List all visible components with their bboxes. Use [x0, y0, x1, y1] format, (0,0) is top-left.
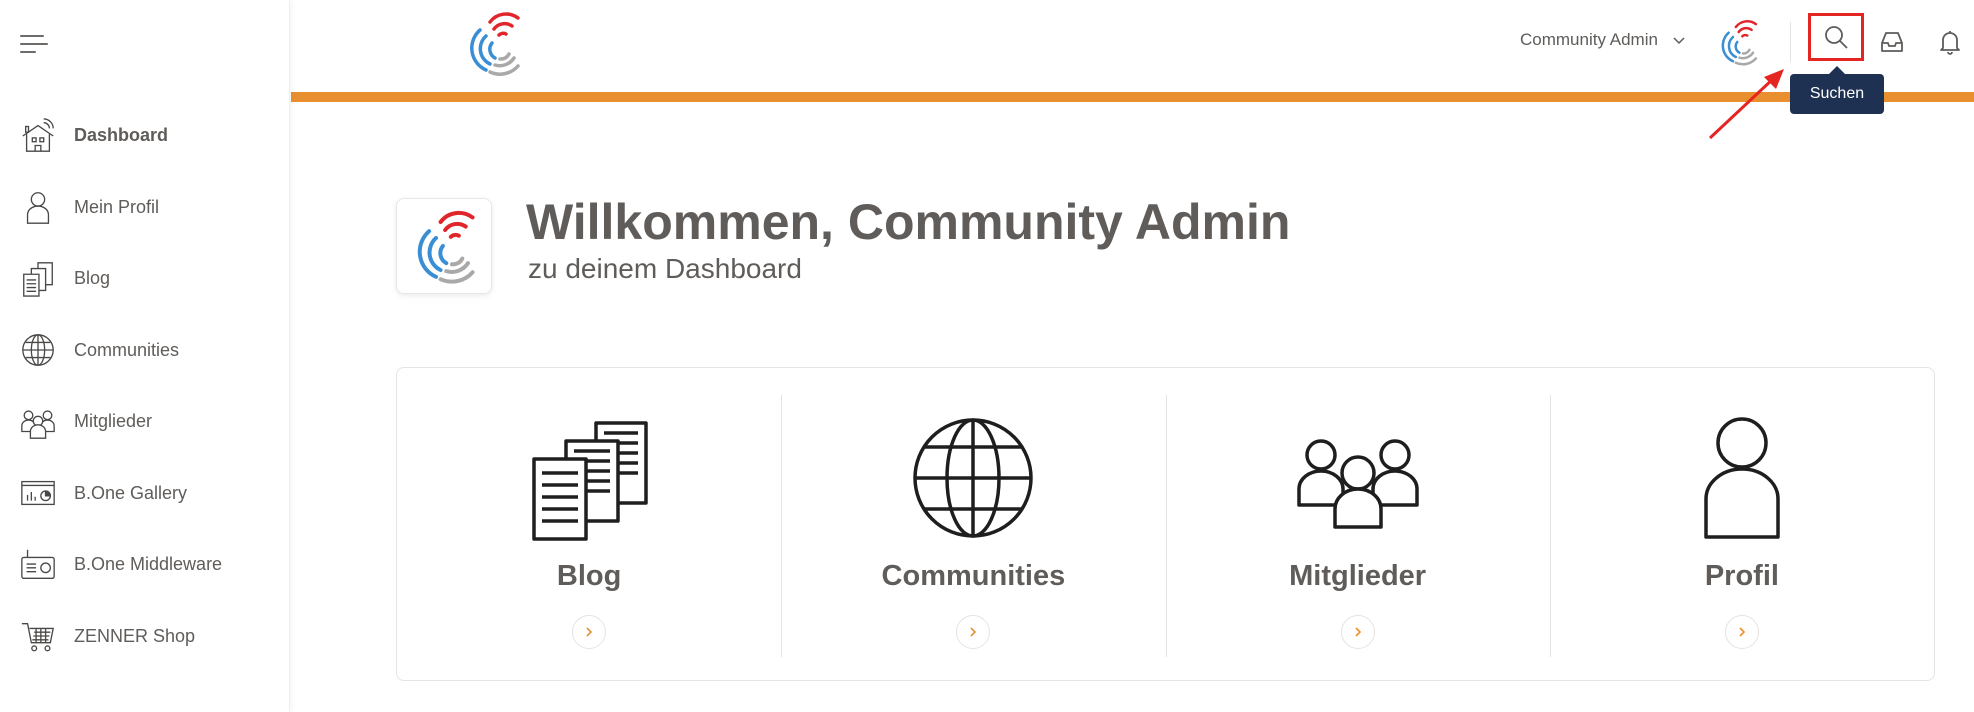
sidebar-item-label: Communities	[74, 339, 180, 360]
card-blog[interactable]: Blog	[397, 368, 781, 680]
card-arrow-button[interactable]	[572, 615, 607, 649]
radio-device-icon	[18, 545, 58, 585]
person-icon	[1677, 413, 1807, 543]
notifications-button[interactable]	[1928, 20, 1972, 64]
card-title: Communities	[881, 560, 1066, 592]
sidebar-item-communities[interactable]: Communities	[0, 315, 290, 387]
sidebar-nav: Dashboard Mein Profil Blog Communities M…	[0, 100, 290, 672]
sidebar-item-label: B.One Middleware	[74, 554, 223, 575]
chevron-right-icon	[1739, 627, 1746, 637]
card-arrow-button[interactable]	[1724, 615, 1759, 649]
sidebar: Dashboard Mein Profil Blog Communities M…	[0, 0, 290, 712]
sidebar-item-bone-gallery[interactable]: B.One Gallery	[0, 458, 290, 530]
inbox-button[interactable]	[1870, 20, 1914, 64]
user-name: Community Admin	[1520, 30, 1658, 49]
header-divider	[1790, 22, 1791, 62]
avatar[interactable]	[1714, 17, 1762, 67]
card-title: Blog	[556, 560, 622, 592]
sidebar-item-label: ZENNER Shop	[74, 625, 196, 646]
search-tooltip: Suchen	[1790, 66, 1884, 114]
inbox-icon	[1881, 32, 1903, 52]
documents-icon	[18, 259, 58, 299]
sidebar-item-mein-profil[interactable]: Mein Profil	[0, 172, 290, 244]
sidebar-item-label: Dashboard	[74, 125, 169, 146]
chevron-right-icon	[1355, 627, 1361, 637]
documents-icon	[524, 413, 654, 543]
sidebar-item-label: Mitglieder	[74, 411, 153, 432]
sidebar-item-label: B.One Gallery	[74, 482, 188, 503]
sidebar-item-blog[interactable]: Blog	[0, 243, 290, 315]
brand-logo[interactable]	[462, 8, 524, 78]
chevron-right-icon	[586, 627, 593, 637]
shopping-cart-icon	[18, 616, 58, 656]
person-icon	[18, 187, 58, 227]
card-profil[interactable]: Profil	[1549, 368, 1934, 680]
sidebar-item-label: Mein Profil	[74, 196, 160, 217]
search-icon	[1825, 26, 1848, 49]
chart-window-icon	[18, 473, 58, 513]
user-menu[interactable]: Community Admin	[1520, 30, 1686, 50]
annotation-arrow-icon	[1708, 69, 1784, 140]
group-icon	[1293, 413, 1423, 543]
card-title: Profil	[1704, 560, 1779, 592]
sidebar-item-bone-middleware[interactable]: B.One Middleware	[0, 529, 290, 601]
sidebar-item-mitglieder[interactable]: Mitglieder	[0, 386, 290, 458]
page-title: Willkommen, Community Admin	[526, 193, 1290, 251]
card-mitglieder[interactable]: Mitglieder	[1165, 368, 1550, 680]
sidebar-item-label: Blog	[74, 268, 111, 289]
sidebar-item-zenner-shop[interactable]: ZENNER Shop	[0, 601, 290, 673]
chevron-down-icon	[1673, 37, 1685, 45]
welcome-greeting: Willkommen,	[526, 194, 834, 250]
page-subtitle: zu deinem Dashboard	[528, 253, 802, 284]
group-icon	[18, 402, 58, 442]
globe-icon	[18, 330, 58, 370]
welcome-logo	[396, 198, 492, 294]
dashboard-cards: Blog Communities Mitglieder Profil	[396, 367, 1935, 681]
bell-icon	[1940, 31, 1960, 55]
welcome-name: Community Admin	[833, 194, 1291, 250]
globe-icon	[908, 413, 1038, 543]
chevron-right-icon	[970, 627, 977, 637]
sidebar-item-dashboard[interactable]: Dashboard	[0, 100, 290, 172]
card-arrow-button[interactable]	[956, 615, 991, 649]
house-wifi-icon	[18, 116, 58, 156]
card-title: Mitglieder	[1289, 560, 1427, 592]
search-button[interactable]	[1808, 13, 1864, 61]
card-communities[interactable]: Communities	[781, 368, 1165, 680]
hamburger-icon[interactable]	[20, 33, 50, 57]
card-arrow-button[interactable]	[1340, 615, 1375, 649]
